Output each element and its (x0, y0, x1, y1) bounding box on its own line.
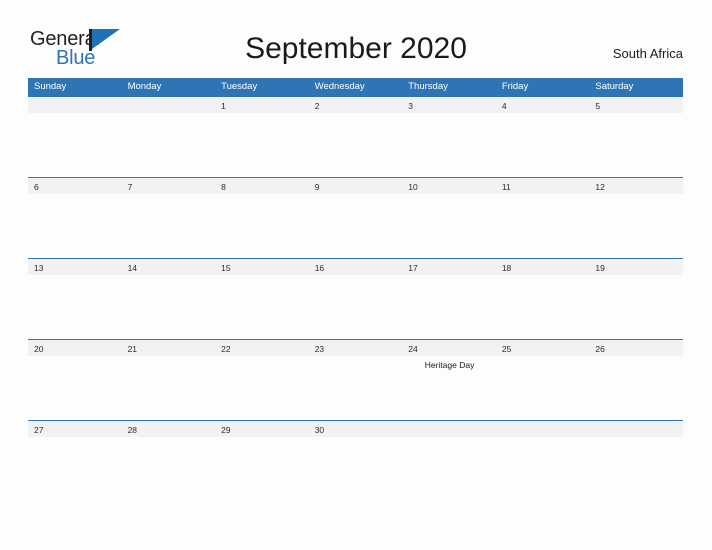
calendar-day-cell[interactable]: 2 (309, 97, 403, 177)
weekday-header-wednesday: Wednesday (314, 81, 365, 92)
calendar-day-cell[interactable]: 25 (496, 340, 590, 420)
calendar-day-cell[interactable]: 8 (215, 178, 309, 258)
calendar-day-cell[interactable]: 6 (28, 178, 122, 258)
day-number: 21 (127, 344, 138, 354)
week-row-cells: 1 2 3 4 5 (28, 97, 683, 177)
day-number: 10 (408, 182, 418, 192)
calendar-day-cell[interactable]: 27 (28, 421, 122, 501)
calendar-day-cell[interactable]: 20 (28, 340, 122, 420)
calendar-day-cell[interactable]: 14 (122, 259, 216, 339)
day-number: 25 (501, 344, 512, 354)
week-row-cells: 20 21 22 23 24 Heritage Day 25 26 (28, 340, 683, 420)
calendar-week-row: 6 7 8 9 10 11 12 (28, 177, 683, 258)
calendar-day-cell[interactable]: 19 (589, 259, 683, 339)
calendar-day-cell[interactable]: 16 (309, 259, 403, 339)
calendar-week-rows: 1 2 3 4 5 6 7 8 9 10 11 12 13 14 15 16 17 18 19 20 21 22 23 24 H… (28, 96, 683, 501)
day-number: 16 (314, 263, 325, 273)
day-number: 12 (595, 182, 605, 192)
weekday-header-row: Sunday Monday Tuesday Wednesday Thursday… (28, 78, 683, 96)
calendar-day-cell-empty (28, 97, 122, 177)
calendar-day-cell[interactable]: 24 Heritage Day (402, 340, 496, 420)
day-number: 26 (595, 344, 605, 354)
day-number: 5 (595, 101, 601, 111)
day-number: 30 (314, 425, 325, 435)
day-number: 28 (127, 425, 138, 435)
calendar-week-row: 20 21 22 23 24 Heritage Day 25 26 (28, 339, 683, 420)
calendar-day-cell-empty (402, 421, 496, 501)
week-row-cells: 13 14 15 16 17 18 19 (28, 259, 683, 339)
calendar-day-cell-empty (589, 421, 683, 501)
calendar-day-cell[interactable]: 29 (215, 421, 309, 501)
day-number: 18 (501, 263, 512, 273)
page-title: September 2020 (245, 32, 467, 65)
calendar-day-cell-empty (496, 421, 590, 501)
calendar-week-row: 27 28 29 30 (28, 420, 683, 501)
week-row-cells: 27 28 29 30 (28, 421, 683, 501)
calendar-day-cell[interactable]: 28 (122, 421, 216, 501)
weekday-header-friday: Friday (501, 81, 529, 92)
calendar-day-cell[interactable]: 26 (589, 340, 683, 420)
calendar-day-cell[interactable]: 11 (496, 178, 590, 258)
calendar-day-cell-empty (122, 97, 216, 177)
calendar-day-cell[interactable]: 3 (402, 97, 496, 177)
calendar-day-cell[interactable]: 13 (28, 259, 122, 339)
calendar-day-cell[interactable]: 1 (215, 97, 309, 177)
calendar-day-cell[interactable]: 5 (589, 97, 683, 177)
calendar-day-cell[interactable]: 10 (402, 178, 496, 258)
day-number: 15 (221, 263, 231, 273)
day-number: 2 (314, 101, 320, 111)
day-number: 6 (34, 182, 39, 192)
day-number: 1 (221, 101, 226, 111)
week-row-cells: 6 7 8 9 10 11 12 (28, 178, 683, 258)
day-number: 11 (501, 182, 511, 192)
calendar-day-cell[interactable]: 18 (496, 259, 590, 339)
day-number: 19 (595, 263, 605, 273)
calendar-day-cell[interactable]: 4 (496, 97, 590, 177)
day-number: 20 (34, 344, 44, 354)
day-number: 13 (34, 263, 44, 273)
day-number: 8 (221, 182, 226, 192)
day-number: 14 (127, 263, 138, 273)
page-header: General Blue September 2020 South Africa (0, 0, 712, 78)
weekday-header-thursday: Thursday (408, 81, 448, 92)
day-number: 23 (314, 344, 325, 354)
calendar-day-cell[interactable]: 15 (215, 259, 309, 339)
day-number: 22 (221, 344, 231, 354)
day-number: 17 (408, 263, 418, 273)
calendar-day-cell[interactable]: 9 (309, 178, 403, 258)
calendar-day-cell[interactable]: 12 (589, 178, 683, 258)
calendar-day-cell[interactable]: 21 (122, 340, 216, 420)
calendar-day-cell[interactable]: 7 (122, 178, 216, 258)
weekday-header-monday: Monday (127, 81, 162, 92)
calendar-week-row: 13 14 15 16 17 18 19 (28, 258, 683, 339)
day-number: 29 (221, 425, 231, 435)
calendar-day-cell[interactable]: 17 (402, 259, 496, 339)
calendar-day-cell[interactable]: 30 (309, 421, 403, 501)
holiday-label: Heritage Day (424, 360, 475, 370)
calendar-day-cell[interactable]: 22 (215, 340, 309, 420)
calendar-day-cell[interactable]: 23 (309, 340, 403, 420)
weekday-header-tuesday: Tuesday (221, 81, 258, 92)
country-label: South Africa (612, 46, 683, 61)
day-number: 9 (314, 182, 320, 192)
weekday-header-saturday: Saturday (595, 81, 634, 92)
day-number: 4 (501, 101, 507, 111)
day-number: 27 (34, 425, 44, 435)
calendar-week-row: 1 2 3 4 5 (28, 96, 683, 177)
calendar-page: General Blue September 2020 South Africa… (0, 0, 712, 550)
weekday-header-sunday: Sunday (34, 81, 67, 92)
calendar-grid: Sunday Monday Tuesday Wednesday Thursday… (28, 78, 683, 501)
day-number: 7 (127, 182, 133, 192)
day-number: 24 (408, 344, 418, 354)
day-number: 3 (408, 101, 413, 111)
